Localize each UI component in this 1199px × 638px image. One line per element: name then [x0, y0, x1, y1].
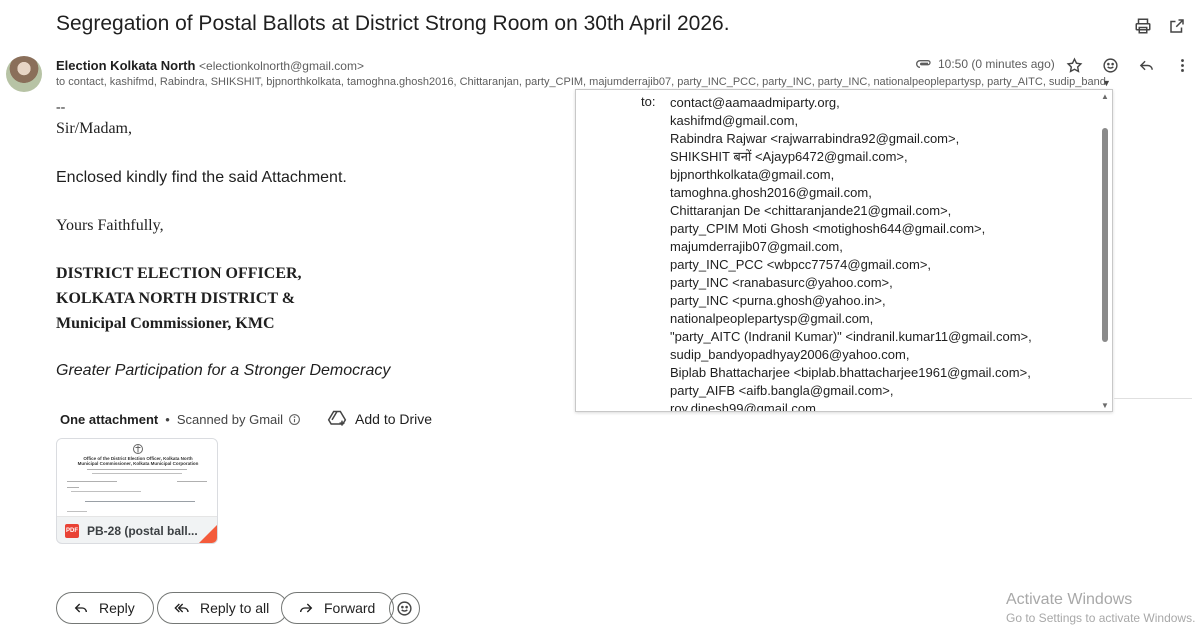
recipient-item: contact@aamaadmiparty.org, — [670, 95, 840, 110]
add-to-drive-button[interactable]: Add to Drive — [355, 411, 432, 427]
signature-line-2: KOLKATA NORTH DISTRICT & — [56, 290, 296, 307]
recipients-popup: to: contact@aamaadmiparty.org, kashifmd@… — [575, 89, 1113, 412]
recipient-item: nationalpeoplepartysp@gmail.com, — [670, 311, 874, 326]
sender-email: <electionkolnorth@gmail.com> — [199, 59, 364, 73]
activate-windows-subtitle: Go to Settings to activate Windows. — [1006, 611, 1196, 625]
attachment-clip-icon — [916, 60, 931, 68]
reply-all-button[interactable]: Reply to all — [157, 592, 289, 624]
recipient-item: Biplab Bhattacharjee <biplab.bhattacharj… — [670, 365, 1031, 380]
recipient-item: sudip_bandyopadhyay2006@yahoo.com, — [670, 347, 910, 362]
reply-label: Reply — [99, 600, 135, 616]
activate-windows-title: Activate Windows — [1006, 591, 1133, 608]
preview-line — [67, 487, 79, 488]
salutation: Sir/Madam, — [56, 120, 132, 137]
preview-line — [71, 491, 141, 492]
recipient-item: majumderrajib07@gmail.com, — [670, 239, 843, 254]
corner-fold-icon — [199, 525, 217, 543]
open-in-new-window-icon[interactable] — [1167, 16, 1187, 36]
separator: • — [165, 411, 170, 427]
reply-all-label: Reply to all — [200, 600, 270, 616]
email-timestamp: 10:50 (0 minutes ago) — [938, 57, 1055, 71]
popup-to-label: to: — [641, 94, 656, 109]
attachment-card[interactable]: Office of the District Election Officer,… — [56, 438, 218, 544]
scroll-up-icon[interactable]: ▲ — [1101, 92, 1109, 101]
recipient-item: party_INC <ranabasurc@yahoo.com>, — [670, 275, 893, 290]
tagline: Greater Participation for a Stronger Dem… — [56, 362, 391, 379]
reply-icon — [74, 603, 87, 613]
signature-line-3: Municipal Commissioner, KMC — [56, 315, 275, 332]
preview-line — [67, 481, 117, 482]
print-icon[interactable] — [1133, 16, 1153, 36]
star-icon[interactable] — [1064, 55, 1084, 75]
reply-all-icon — [174, 603, 189, 613]
recipient-item: party_CPIM Moti Ghosh <motighosh644@gmai… — [670, 221, 986, 236]
more-options-icon[interactable] — [1172, 55, 1192, 75]
reply-icon[interactable] — [1136, 55, 1156, 75]
popup-scrollbar[interactable]: ▲ ▼ — [1100, 92, 1110, 410]
scrollbar-thumb[interactable] — [1102, 128, 1108, 342]
emblem-icon — [133, 444, 143, 454]
closing: Yours Faithfully, — [56, 217, 164, 234]
attachment-header: One attachment • Scanned by Gmail Add to… — [60, 409, 432, 429]
preview-line — [87, 469, 187, 470]
sender-avatar[interactable] — [6, 56, 42, 92]
recipients-summary: to contact, kashifmd, Rabindra, SHIKSHIT… — [56, 76, 1106, 88]
top-toolbar — [1133, 16, 1187, 36]
email-subject: Segregation of Postal Ballots at Distric… — [56, 12, 730, 35]
preview-line — [177, 481, 207, 482]
recipient-item: Chittaranjan De <chittaranjande21@gmail.… — [670, 203, 952, 218]
info-icon[interactable] — [288, 413, 301, 426]
emoji-reaction-icon[interactable] — [1100, 55, 1120, 75]
divider — [1114, 398, 1192, 399]
signature-dash: -- — [56, 100, 66, 115]
recipients-list: contact@aamaadmiparty.org, kashifmd@gmai… — [670, 94, 1032, 412]
forward-label: Forward — [324, 600, 376, 616]
emoji-icon — [397, 601, 412, 616]
recipient-item: bjpnorthkolkata@gmail.com, — [670, 167, 835, 182]
recipient-item: Rabindra Rajwar <rajwarrabindra92@gmail.… — [670, 131, 960, 146]
attachment-count: One attachment — [60, 411, 159, 427]
preview-line — [85, 501, 195, 502]
add-to-drive-icon[interactable] — [327, 409, 347, 429]
scanned-label: Scanned by Gmail — [176, 411, 284, 427]
preview-title-2: Municipal Commissioner, Kolkata Municipa… — [77, 461, 199, 466]
recipient-item: roy.dinesh99@gmail.com — [670, 401, 816, 412]
recipient-item: party_INC <purna.ghosh@yahoo.in>, — [670, 293, 886, 308]
show-details-chevron-icon[interactable]: ▼ — [1102, 78, 1111, 88]
forward-button[interactable]: Forward — [281, 592, 395, 624]
attachment-preview[interactable]: Office of the District Election Officer,… — [57, 439, 217, 517]
sender-line: Election Kolkata North <electionkolnorth… — [56, 58, 364, 73]
preview-line — [67, 511, 87, 512]
recipient-item: tamoghna.ghosh2016@gmail.com, — [670, 185, 872, 200]
sender-name[interactable]: Election Kolkata North — [56, 58, 195, 73]
signature-line-1: DISTRICT ELECTION OFFICER, — [56, 265, 302, 282]
preview-line — [92, 473, 182, 474]
message-actions — [1064, 55, 1192, 75]
body-line: Enclosed kindly find the said Attachment… — [56, 169, 347, 186]
attachment-filename[interactable]: PB-28 (postal ball... — [87, 524, 198, 538]
recipient-item: kashifmd@gmail.com, — [670, 113, 799, 128]
pdf-icon: PDF — [65, 524, 79, 538]
recipient-item: party_AIFB <aifb.bangla@gmail.com>, — [670, 383, 894, 398]
recipient-item: "party_AITC (Indranil Kumar)" <indranil.… — [670, 329, 1032, 344]
reply-button[interactable]: Reply — [56, 592, 154, 624]
attachment-footer[interactable]: PDF PB-28 (postal ball... — [57, 519, 217, 543]
email-meta: 10:50 (0 minutes ago) — [916, 57, 1055, 71]
recipient-item: SHIKSHIT बनों <Ajayp6472@gmail.com>, — [670, 149, 908, 164]
emoji-button[interactable] — [389, 593, 420, 624]
forward-icon — [300, 603, 313, 613]
recipient-item: party_INC_PCC <wbpcc77574@gmail.com>, — [670, 257, 932, 272]
scroll-down-icon[interactable]: ▼ — [1101, 401, 1109, 410]
